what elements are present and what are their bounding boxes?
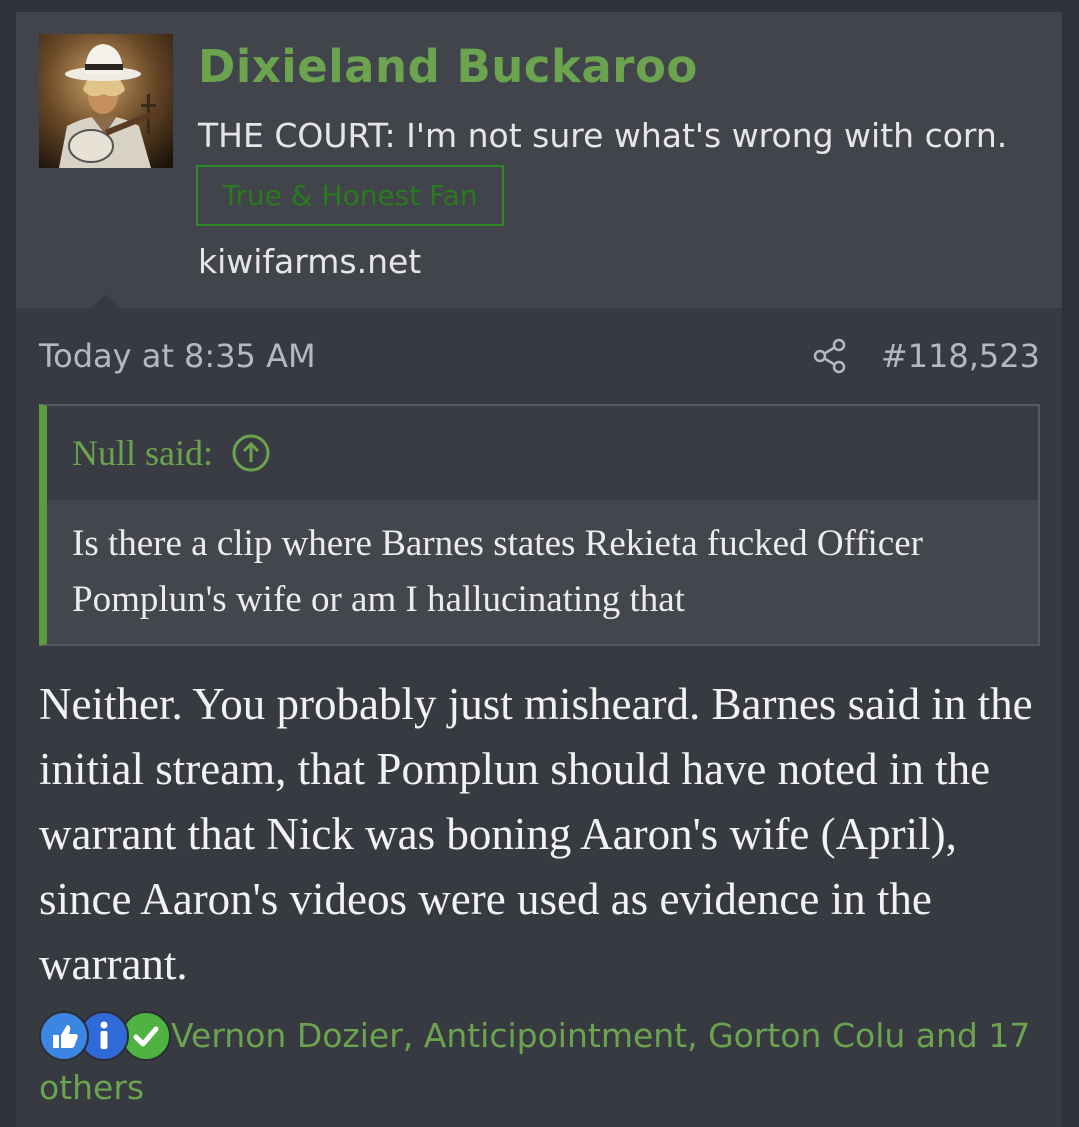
username[interactable]: Dixieland Buckaroo: [198, 40, 698, 93]
arrow-up-circle-icon[interactable]: [231, 433, 271, 473]
quote-author-label: Null said:: [72, 433, 213, 473]
user-banner: True & Honest Fan: [196, 165, 504, 226]
quote-author-link[interactable]: Null said:: [72, 432, 271, 474]
forum-post: Dixieland Buckaroo THE COURT: I'm not su…: [16, 12, 1062, 1127]
header-pointer-arrow: [90, 294, 122, 309]
quote-text: Is there a clip where Barnes states Reki…: [72, 523, 923, 620]
post-message: Neither. You probably just misheard. Bar…: [39, 679, 1033, 989]
reaction-list-text[interactable]: Vernon Dozier, Anticipointment, Gorton C…: [39, 1016, 1030, 1107]
share-icon[interactable]: [812, 338, 848, 374]
user-title: THE COURT: I'm not sure what's wrong wit…: [198, 116, 1008, 155]
quote-header: Null said:: [47, 406, 1038, 500]
reactions-bar[interactable]: Vernon Dozier, Anticipointment, Gorton C…: [39, 1010, 1039, 1113]
post-date[interactable]: Today at 8:35 AM: [39, 337, 316, 375]
page: Dixieland Buckaroo THE COURT: I'm not su…: [0, 0, 1079, 1127]
post-number-link[interactable]: #118,523: [881, 337, 1040, 375]
quote-block: Null said: Is there a clip where Barnes …: [39, 404, 1040, 646]
user-header: Dixieland Buckaroo THE COURT: I'm not su…: [16, 12, 1062, 309]
quote-body: Is there a clip where Barnes states Reki…: [47, 500, 1038, 644]
avatar[interactable]: [39, 34, 173, 168]
reaction-icons[interactable]: [39, 1010, 171, 1061]
user-site: kiwifarms.net: [198, 242, 422, 281]
like-icon[interactable]: [39, 1010, 89, 1061]
